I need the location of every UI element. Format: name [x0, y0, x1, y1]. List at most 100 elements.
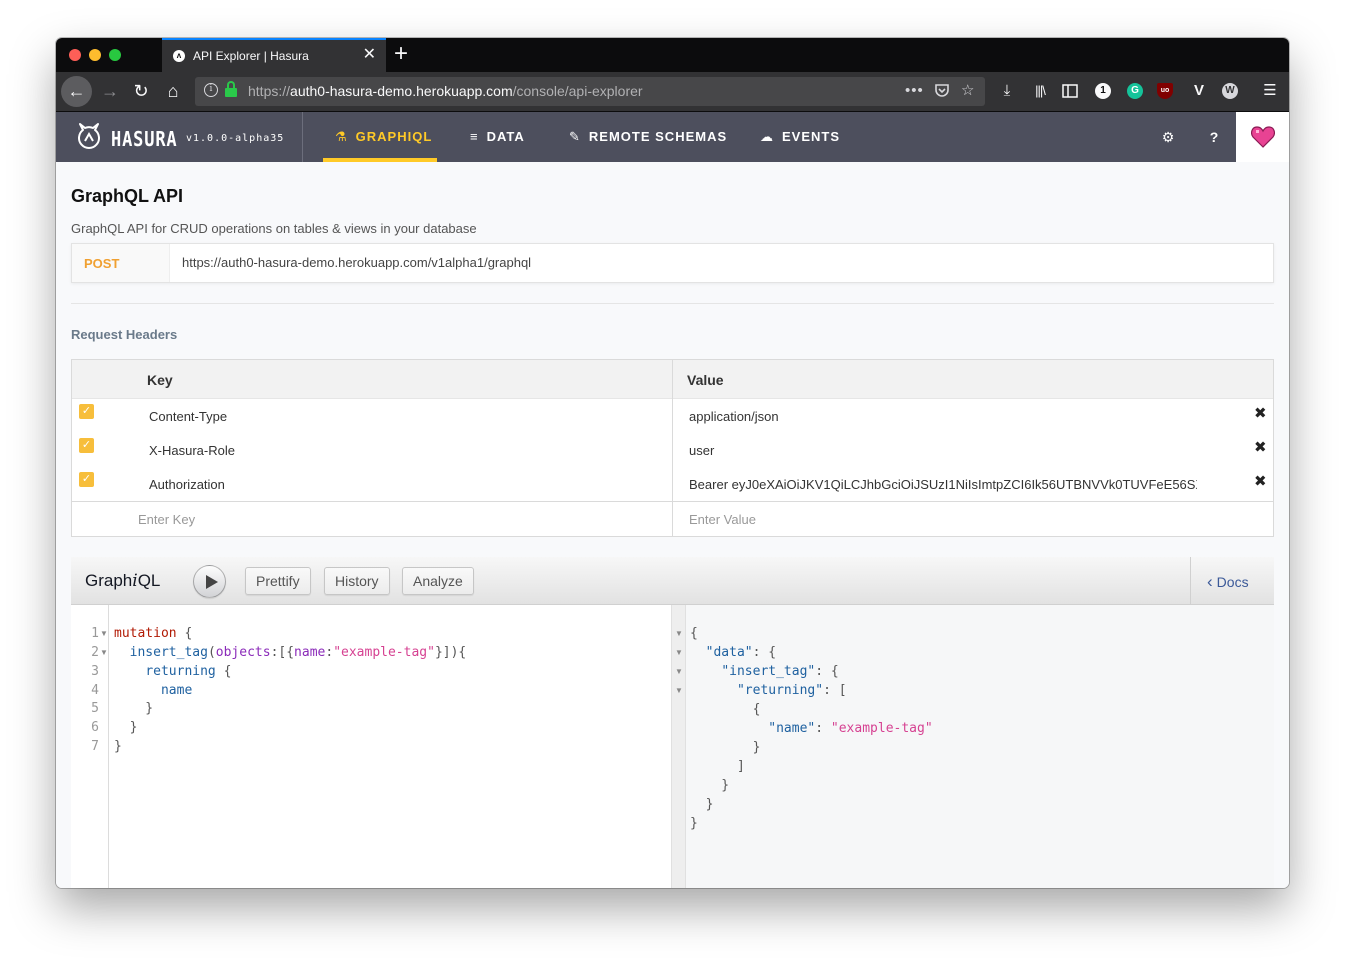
navigation-toolbar: ← → ↻ ⌂ i https://auth0-hasura-demo.hero… [56, 72, 1289, 112]
result-viewer[interactable]: ▼ ▼ ▼ ▼ { "data": { "insert_tag": { "ret… [672, 605, 1274, 888]
line-number: 5 [91, 701, 99, 716]
fold-arrow-icon[interactable]: ▼ [100, 624, 108, 643]
fold-arrow-icon[interactable]: ▼ [100, 643, 108, 662]
browser-tab-active[interactable]: ʌ API Explorer | Hasura ✕ [162, 38, 386, 72]
header-value[interactable]: Bearer eyJ0eXAiOiJKV1QiLCJhbGciOiJSUzI1N… [689, 477, 1197, 492]
download-icon[interactable]: ⤓ [997, 81, 1017, 101]
query-line: returning { [145, 664, 232, 679]
line-number: 3 [91, 664, 99, 679]
new-key-input[interactable] [138, 508, 638, 530]
line-number: 6 [91, 720, 99, 735]
line-number-gutter: 1 ▼ 2 ▼ 3 4 5 6 7 [71, 605, 109, 888]
bookmark-star-icon[interactable]: ☆ [961, 82, 974, 100]
history-button[interactable]: History [324, 567, 390, 595]
query-line: } [114, 720, 138, 735]
home-icon[interactable]: ⌂ [162, 81, 184, 101]
heart-button[interactable] [1236, 112, 1289, 162]
back-arrow-icon[interactable]: ← [61, 76, 92, 107]
remove-header-icon[interactable]: ✖ [1254, 406, 1267, 422]
forward-arrow-icon[interactable]: → [99, 81, 121, 101]
query-line: mutation { [114, 626, 193, 641]
tab-data[interactable]: ≡ DATA [470, 112, 525, 162]
table-row: ✓ X-Hasura-Role user ✖ [72, 433, 1273, 467]
menu-icon[interactable]: ☰ [1260, 81, 1280, 101]
new-tab-icon[interactable]: + [394, 41, 408, 67]
header-key[interactable]: Content-Type [149, 409, 227, 424]
table-row: ✓ Authorization Bearer eyJ0eXAiOiJKV1QiL… [72, 467, 1273, 501]
tab-close-icon[interactable]: ✕ [363, 46, 376, 64]
ublock-origin-icon[interactable]: uo [1157, 83, 1173, 99]
tab-title: API Explorer | Hasura [193, 49, 309, 63]
pocket-icon[interactable] [934, 82, 950, 103]
analyze-button[interactable]: Analyze [402, 567, 474, 595]
database-icon: ≡ [470, 129, 479, 144]
docs-button[interactable]: ‹ Docs [1190, 557, 1274, 605]
header-value[interactable]: user [689, 443, 1197, 458]
execute-query-button[interactable] [193, 565, 226, 598]
extension-1password-icon[interactable]: 1 [1095, 83, 1111, 99]
maximize-window-button[interactable] [109, 49, 121, 61]
close-window-button[interactable] [69, 49, 81, 61]
graphiql-panel: GraphiQL Prettify History Analyze ‹ Docs … [71, 557, 1274, 888]
header-value[interactable]: application/json [689, 409, 1197, 424]
graphiql-toolbar: GraphiQL Prettify History Analyze ‹ Docs [71, 557, 1274, 605]
section-divider [71, 303, 1274, 304]
header-key[interactable]: Authorization [149, 477, 225, 492]
table-row: ✓ Content-Type application/json ✖ [72, 399, 1273, 433]
flask-icon: ⚗ [335, 129, 348, 144]
tab-strip: ʌ API Explorer | Hasura ✕ + [56, 38, 1289, 72]
header-enabled-checkbox[interactable]: ✓ [79, 438, 94, 453]
browser-window: ʌ API Explorer | Hasura ✕ + ← → ↻ ⌂ i ht… [56, 38, 1289, 888]
chevron-left-icon: ‹ [1207, 572, 1213, 591]
fold-arrow-icon[interactable]: ▼ [675, 643, 683, 662]
header-divider [302, 112, 303, 162]
minimize-window-button[interactable] [89, 49, 101, 61]
sidebar-icon[interactable] [1060, 81, 1080, 101]
grammarly-icon[interactable]: G [1127, 83, 1143, 99]
reload-icon[interactable]: ↻ [130, 81, 152, 101]
line-number: 2 [91, 645, 99, 660]
settings-gear-icon[interactable]: ⚙ [1158, 127, 1178, 147]
remove-header-icon[interactable]: ✖ [1254, 440, 1267, 456]
endpoint-url[interactable]: https://auth0-hasura-demo.herokuapp.com/… [182, 255, 531, 270]
query-line: } [114, 701, 154, 716]
graphiql-title: GraphiQL [85, 571, 161, 591]
lock-icon[interactable] [225, 81, 237, 97]
fold-arrow-icon[interactable]: ▼ [675, 624, 683, 643]
help-button[interactable]: ? [1204, 127, 1224, 147]
url-bar[interactable]: i https://auth0-hasura-demo.herokuapp.co… [195, 77, 985, 106]
prettify-button[interactable]: Prettify [245, 567, 311, 595]
tab-events[interactable]: ☁ EVENTS [760, 112, 840, 162]
page-actions-icon[interactable]: ••• [905, 82, 924, 100]
url-text[interactable]: https://auth0-hasura-demo.herokuapp.com/… [248, 83, 643, 99]
header-enabled-checkbox[interactable]: ✓ [79, 404, 94, 419]
remove-header-icon[interactable]: ✖ [1254, 474, 1267, 490]
hasura-brand[interactable]: HASURA [111, 128, 178, 150]
request-headers-title: Request Headers [71, 327, 178, 342]
page-description: GraphQL API for CRUD operations on table… [71, 221, 477, 236]
fold-arrow-icon[interactable]: ▼ [675, 662, 683, 681]
hasura-header: HASURA v1.0.0-alpha35 ⚗ GRAPHIQL ≡ DATA ✎ R… [56, 112, 1289, 162]
value-column-header: Value [687, 372, 724, 388]
heart-icon [1251, 126, 1275, 148]
wappalyzer-icon[interactable]: W [1222, 83, 1238, 99]
plug-icon: ✎ [569, 129, 581, 144]
hasura-logo-icon[interactable] [76, 122, 102, 150]
new-value-input[interactable] [689, 508, 1249, 530]
header-key[interactable]: X-Hasura-Role [149, 443, 235, 458]
site-info-icon[interactable]: i [204, 83, 218, 97]
http-method-badge: POST [72, 244, 170, 282]
query-line: insert_tag(objects:[{name:"example-tag"}… [129, 645, 467, 660]
hasura-favicon-icon: ʌ [173, 50, 185, 62]
header-enabled-checkbox[interactable]: ✓ [79, 472, 94, 487]
page-title: GraphQL API [71, 186, 184, 206]
endpoint-bar: POST https://auth0-hasura-demo.herokuapp… [71, 243, 1274, 283]
query-line: } [114, 739, 122, 754]
tab-remote-schemas[interactable]: ✎ REMOTE SCHEMAS [569, 112, 727, 162]
tab-graphiql[interactable]: ⚗ GRAPHIQL [323, 112, 437, 162]
query-editor[interactable]: 1 ▼ 2 ▼ 3 4 5 6 7 mutation { insert_tag(… [71, 605, 672, 888]
play-icon [206, 575, 218, 589]
library-icon[interactable]: |||\ [1030, 81, 1050, 101]
vimium-icon[interactable]: V [1189, 81, 1209, 101]
fold-arrow-icon[interactable]: ▼ [675, 681, 683, 700]
